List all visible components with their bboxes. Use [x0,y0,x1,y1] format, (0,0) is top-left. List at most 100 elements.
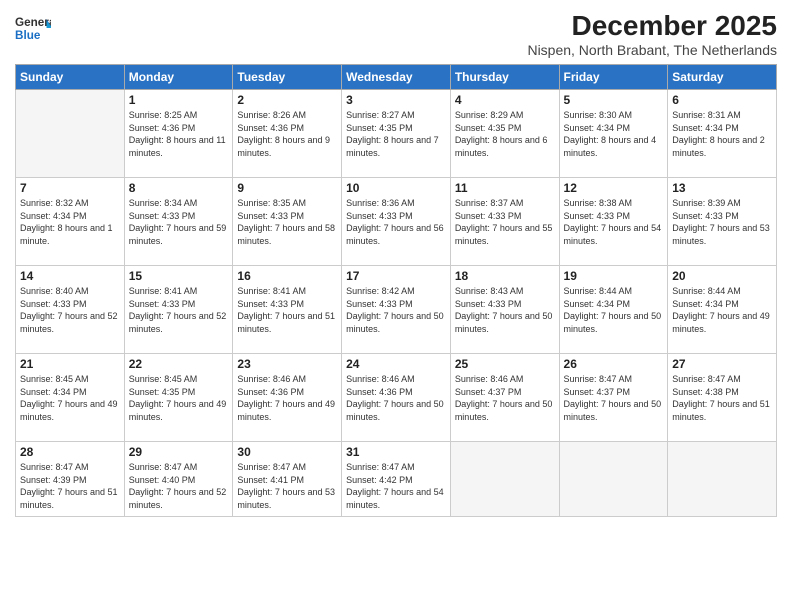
day-number: 1 [129,93,229,107]
day-info: Sunrise: 8:45 AM Sunset: 4:35 PM Dayligh… [129,373,229,423]
day-info: Sunrise: 8:47 AM Sunset: 4:40 PM Dayligh… [129,461,229,511]
month-title: December 2025 [527,10,777,42]
day-info: Sunrise: 8:40 AM Sunset: 4:33 PM Dayligh… [20,285,120,335]
day-number: 19 [564,269,664,283]
day-info: Sunrise: 8:41 AM Sunset: 4:33 PM Dayligh… [129,285,229,335]
table-row: 23 Sunrise: 8:46 AM Sunset: 4:36 PM Dayl… [233,354,342,442]
header-sunday: Sunday [16,65,125,90]
table-row: 18 Sunrise: 8:43 AM Sunset: 4:33 PM Dayl… [450,266,559,354]
day-number: 31 [346,445,446,459]
day-number: 30 [237,445,337,459]
day-info: Sunrise: 8:39 AM Sunset: 4:33 PM Dayligh… [672,197,772,247]
day-number: 2 [237,93,337,107]
logo-icon: General Blue [15,10,51,46]
day-info: Sunrise: 8:43 AM Sunset: 4:33 PM Dayligh… [455,285,555,335]
page: General Blue December 2025 Nispen, North… [0,0,792,612]
calendar: Sunday Monday Tuesday Wednesday Thursday… [15,64,777,517]
table-row: 12 Sunrise: 8:38 AM Sunset: 4:33 PM Dayl… [559,178,668,266]
table-row: 17 Sunrise: 8:42 AM Sunset: 4:33 PM Dayl… [342,266,451,354]
day-number: 28 [20,445,120,459]
table-row: 3 Sunrise: 8:27 AM Sunset: 4:35 PM Dayli… [342,90,451,178]
day-number: 29 [129,445,229,459]
table-row: 11 Sunrise: 8:37 AM Sunset: 4:33 PM Dayl… [450,178,559,266]
table-row: 25 Sunrise: 8:46 AM Sunset: 4:37 PM Dayl… [450,354,559,442]
day-number: 27 [672,357,772,371]
day-info: Sunrise: 8:46 AM Sunset: 4:36 PM Dayligh… [237,373,337,423]
header-thursday: Thursday [450,65,559,90]
table-row: 10 Sunrise: 8:36 AM Sunset: 4:33 PM Dayl… [342,178,451,266]
day-info: Sunrise: 8:32 AM Sunset: 4:34 PM Dayligh… [20,197,120,247]
header-tuesday: Tuesday [233,65,342,90]
day-info: Sunrise: 8:38 AM Sunset: 4:33 PM Dayligh… [564,197,664,247]
day-info: Sunrise: 8:47 AM Sunset: 4:37 PM Dayligh… [564,373,664,423]
svg-text:Blue: Blue [15,29,41,42]
day-number: 12 [564,181,664,195]
table-row: 8 Sunrise: 8:34 AM Sunset: 4:33 PM Dayli… [124,178,233,266]
table-row: 6 Sunrise: 8:31 AM Sunset: 4:34 PM Dayli… [668,90,777,178]
table-row: 31 Sunrise: 8:47 AM Sunset: 4:42 PM Dayl… [342,442,451,517]
svg-text:General: General [15,16,51,29]
table-row: 26 Sunrise: 8:47 AM Sunset: 4:37 PM Dayl… [559,354,668,442]
day-number: 5 [564,93,664,107]
day-info: Sunrise: 8:36 AM Sunset: 4:33 PM Dayligh… [346,197,446,247]
day-number: 17 [346,269,446,283]
location-title: Nispen, North Brabant, The Netherlands [527,42,777,58]
header-friday: Friday [559,65,668,90]
table-row: 27 Sunrise: 8:47 AM Sunset: 4:38 PM Dayl… [668,354,777,442]
day-info: Sunrise: 8:41 AM Sunset: 4:33 PM Dayligh… [237,285,337,335]
table-row: 19 Sunrise: 8:44 AM Sunset: 4:34 PM Dayl… [559,266,668,354]
table-row: 22 Sunrise: 8:45 AM Sunset: 4:35 PM Dayl… [124,354,233,442]
day-number: 11 [455,181,555,195]
day-number: 26 [564,357,664,371]
day-number: 20 [672,269,772,283]
table-row [450,442,559,517]
table-row [559,442,668,517]
day-number: 10 [346,181,446,195]
day-number: 6 [672,93,772,107]
header-saturday: Saturday [668,65,777,90]
table-row: 15 Sunrise: 8:41 AM Sunset: 4:33 PM Dayl… [124,266,233,354]
day-number: 22 [129,357,229,371]
logo: General Blue [15,10,55,46]
day-number: 7 [20,181,120,195]
day-number: 23 [237,357,337,371]
day-number: 3 [346,93,446,107]
day-number: 21 [20,357,120,371]
day-info: Sunrise: 8:44 AM Sunset: 4:34 PM Dayligh… [672,285,772,335]
table-row: 30 Sunrise: 8:47 AM Sunset: 4:41 PM Dayl… [233,442,342,517]
day-info: Sunrise: 8:26 AM Sunset: 4:36 PM Dayligh… [237,109,337,159]
day-number: 25 [455,357,555,371]
day-info: Sunrise: 8:46 AM Sunset: 4:36 PM Dayligh… [346,373,446,423]
day-info: Sunrise: 8:37 AM Sunset: 4:33 PM Dayligh… [455,197,555,247]
table-row: 5 Sunrise: 8:30 AM Sunset: 4:34 PM Dayli… [559,90,668,178]
day-number: 16 [237,269,337,283]
day-info: Sunrise: 8:47 AM Sunset: 4:41 PM Dayligh… [237,461,337,511]
table-row: 16 Sunrise: 8:41 AM Sunset: 4:33 PM Dayl… [233,266,342,354]
table-row: 24 Sunrise: 8:46 AM Sunset: 4:36 PM Dayl… [342,354,451,442]
day-info: Sunrise: 8:42 AM Sunset: 4:33 PM Dayligh… [346,285,446,335]
day-info: Sunrise: 8:47 AM Sunset: 4:39 PM Dayligh… [20,461,120,511]
day-info: Sunrise: 8:44 AM Sunset: 4:34 PM Dayligh… [564,285,664,335]
day-info: Sunrise: 8:27 AM Sunset: 4:35 PM Dayligh… [346,109,446,159]
table-row: 29 Sunrise: 8:47 AM Sunset: 4:40 PM Dayl… [124,442,233,517]
title-section: December 2025 Nispen, North Brabant, The… [527,10,777,58]
day-info: Sunrise: 8:46 AM Sunset: 4:37 PM Dayligh… [455,373,555,423]
table-row: 28 Sunrise: 8:47 AM Sunset: 4:39 PM Dayl… [16,442,125,517]
day-info: Sunrise: 8:47 AM Sunset: 4:42 PM Dayligh… [346,461,446,511]
day-number: 8 [129,181,229,195]
table-row: 20 Sunrise: 8:44 AM Sunset: 4:34 PM Dayl… [668,266,777,354]
table-row [16,90,125,178]
table-row: 13 Sunrise: 8:39 AM Sunset: 4:33 PM Dayl… [668,178,777,266]
day-number: 18 [455,269,555,283]
table-row: 2 Sunrise: 8:26 AM Sunset: 4:36 PM Dayli… [233,90,342,178]
table-row: 7 Sunrise: 8:32 AM Sunset: 4:34 PM Dayli… [16,178,125,266]
day-number: 4 [455,93,555,107]
day-number: 14 [20,269,120,283]
table-row [668,442,777,517]
day-number: 13 [672,181,772,195]
day-number: 9 [237,181,337,195]
day-info: Sunrise: 8:45 AM Sunset: 4:34 PM Dayligh… [20,373,120,423]
day-info: Sunrise: 8:25 AM Sunset: 4:36 PM Dayligh… [129,109,229,159]
day-info: Sunrise: 8:30 AM Sunset: 4:34 PM Dayligh… [564,109,664,159]
table-row: 1 Sunrise: 8:25 AM Sunset: 4:36 PM Dayli… [124,90,233,178]
